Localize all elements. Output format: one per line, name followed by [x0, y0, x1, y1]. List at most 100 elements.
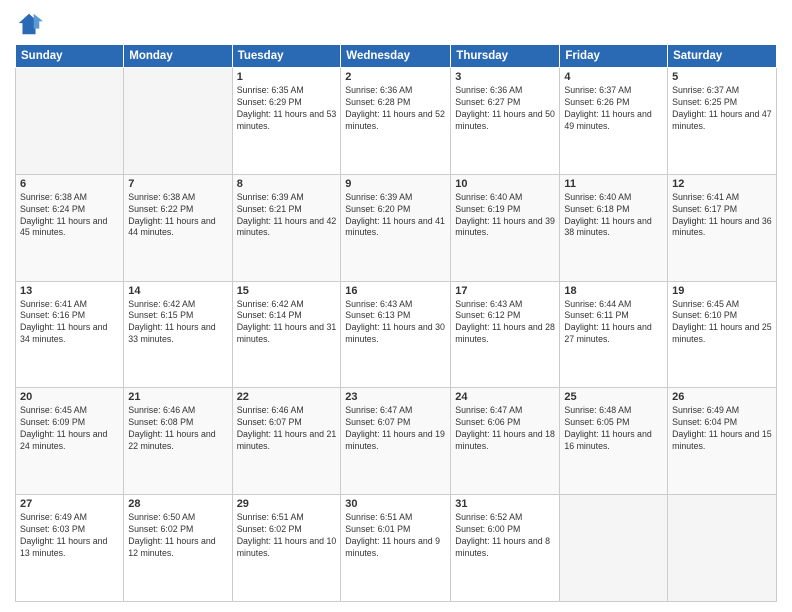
week-row-0: 1 Sunrise: 6:35 AM Sunset: 6:29 PM Daylig… [16, 68, 777, 175]
header [15, 10, 777, 38]
calendar-cell: 27Sunrise: 6:49 AM Sunset: 6:03 PM Dayli… [16, 495, 124, 602]
day-info: Sunrise: 6:41 AM Sunset: 6:17 PM Dayligh… [672, 192, 772, 240]
calendar-cell: 5 Sunrise: 6:37 AM Sunset: 6:25 PM Daylig… [668, 68, 777, 175]
day-info: Sunrise: 6:39 AM Sunset: 6:21 PM Dayligh… [237, 192, 337, 240]
day-info: Sunrise: 6:46 AM Sunset: 6:08 PM Dayligh… [128, 405, 227, 453]
col-wednesday: Wednesday [341, 45, 451, 68]
calendar-cell: 15Sunrise: 6:42 AM Sunset: 6:14 PM Dayli… [232, 281, 341, 388]
page: Sunday Monday Tuesday Wednesday Thursday… [0, 0, 792, 612]
day-number: 28 [128, 498, 227, 510]
day-info: Sunrise: 6:44 AM Sunset: 6:11 PM Dayligh… [564, 299, 663, 347]
calendar-cell: 29 Sunrise: 6:51 AM Sunset: 6:02 PM Dayli… [232, 495, 341, 602]
day-number: 25 [564, 391, 663, 403]
day-info: Sunrise: 6:42 AM Sunset: 6:14 PM Dayligh… [237, 299, 337, 347]
day-number: 30 [345, 498, 446, 510]
day-number: 1 [237, 71, 337, 83]
week-row-2: 13Sunrise: 6:41 AM Sunset: 6:16 PM Dayli… [16, 281, 777, 388]
calendar-cell: 31 Sunrise: 6:52 AM Sunset: 6:00 PM Dayli… [451, 495, 560, 602]
calendar-cell: 19 Sunrise: 6:45 AM Sunset: 6:10 PM Dayli… [668, 281, 777, 388]
day-info: Sunrise: 6:36 AM Sunset: 6:27 PM Dayligh… [455, 85, 555, 133]
day-info: Sunrise: 6:43 AM Sunset: 6:13 PM Dayligh… [345, 299, 446, 347]
calendar-cell: 18 Sunrise: 6:44 AM Sunset: 6:11 PM Dayli… [560, 281, 668, 388]
day-number: 17 [455, 285, 555, 297]
calendar-cell: 21 Sunrise: 6:46 AM Sunset: 6:08 PM Dayli… [124, 388, 232, 495]
day-info: Sunrise: 6:45 AM Sunset: 6:10 PM Dayligh… [672, 299, 772, 347]
day-number: 5 [672, 71, 772, 83]
calendar-cell [560, 495, 668, 602]
day-number: 31 [455, 498, 555, 510]
day-number: 13 [20, 285, 119, 297]
day-number: 11 [564, 178, 663, 190]
calendar-cell: 28 Sunrise: 6:50 AM Sunset: 6:02 PM Dayli… [124, 495, 232, 602]
day-number: 14 [128, 285, 227, 297]
calendar-cell [16, 68, 124, 175]
day-info: Sunrise: 6:51 AM Sunset: 6:02 PM Dayligh… [237, 512, 337, 560]
day-info: Sunrise: 6:49 AM Sunset: 6:03 PM Dayligh… [20, 512, 119, 560]
day-number: 22 [237, 391, 337, 403]
day-info: Sunrise: 6:36 AM Sunset: 6:28 PM Dayligh… [345, 85, 446, 133]
calendar-cell: 23 Sunrise: 6:47 AM Sunset: 6:07 PM Dayli… [341, 388, 451, 495]
col-friday: Friday [560, 45, 668, 68]
day-number: 26 [672, 391, 772, 403]
day-info: Sunrise: 6:38 AM Sunset: 6:22 PM Dayligh… [128, 192, 227, 240]
calendar-cell: 13Sunrise: 6:41 AM Sunset: 6:16 PM Dayli… [16, 281, 124, 388]
day-number: 16 [345, 285, 446, 297]
day-number: 29 [237, 498, 337, 510]
calendar-cell [668, 495, 777, 602]
calendar-cell: 24Sunrise: 6:47 AM Sunset: 6:06 PM Dayli… [451, 388, 560, 495]
col-thursday: Thursday [451, 45, 560, 68]
day-info: Sunrise: 6:48 AM Sunset: 6:05 PM Dayligh… [564, 405, 663, 453]
calendar-cell: 6 Sunrise: 6:38 AM Sunset: 6:24 PM Daylig… [16, 174, 124, 281]
day-number: 9 [345, 178, 446, 190]
header-row: Sunday Monday Tuesday Wednesday Thursday… [16, 45, 777, 68]
day-number: 21 [128, 391, 227, 403]
calendar-cell: 7 Sunrise: 6:38 AM Sunset: 6:22 PM Daylig… [124, 174, 232, 281]
day-number: 6 [20, 178, 119, 190]
logo [15, 10, 47, 38]
day-info: Sunrise: 6:52 AM Sunset: 6:00 PM Dayligh… [455, 512, 555, 560]
day-info: Sunrise: 6:35 AM Sunset: 6:29 PM Dayligh… [237, 85, 337, 133]
day-number: 7 [128, 178, 227, 190]
day-info: Sunrise: 6:45 AM Sunset: 6:09 PM Dayligh… [20, 405, 119, 453]
day-number: 20 [20, 391, 119, 403]
calendar-cell: 14 Sunrise: 6:42 AM Sunset: 6:15 PM Dayli… [124, 281, 232, 388]
col-monday: Monday [124, 45, 232, 68]
day-info: Sunrise: 6:42 AM Sunset: 6:15 PM Dayligh… [128, 299, 227, 347]
week-row-3: 20 Sunrise: 6:45 AM Sunset: 6:09 PM Dayli… [16, 388, 777, 495]
col-sunday: Sunday [16, 45, 124, 68]
day-info: Sunrise: 6:37 AM Sunset: 6:25 PM Dayligh… [672, 85, 772, 133]
day-number: 8 [237, 178, 337, 190]
calendar-cell: 17 Sunrise: 6:43 AM Sunset: 6:12 PM Dayli… [451, 281, 560, 388]
day-info: Sunrise: 6:51 AM Sunset: 6:01 PM Dayligh… [345, 512, 446, 560]
day-info: Sunrise: 6:43 AM Sunset: 6:12 PM Dayligh… [455, 299, 555, 347]
day-number: 19 [672, 285, 772, 297]
day-number: 23 [345, 391, 446, 403]
day-info: Sunrise: 6:49 AM Sunset: 6:04 PM Dayligh… [672, 405, 772, 453]
calendar-cell: 9Sunrise: 6:39 AM Sunset: 6:20 PM Daylig… [341, 174, 451, 281]
calendar-cell: 30 Sunrise: 6:51 AM Sunset: 6:01 PM Dayli… [341, 495, 451, 602]
calendar-cell: 8 Sunrise: 6:39 AM Sunset: 6:21 PM Daylig… [232, 174, 341, 281]
col-tuesday: Tuesday [232, 45, 341, 68]
calendar-cell: 22 Sunrise: 6:46 AM Sunset: 6:07 PM Dayli… [232, 388, 341, 495]
calendar-cell: 12Sunrise: 6:41 AM Sunset: 6:17 PM Dayli… [668, 174, 777, 281]
day-number: 3 [455, 71, 555, 83]
day-number: 4 [564, 71, 663, 83]
day-number: 24 [455, 391, 555, 403]
day-number: 18 [564, 285, 663, 297]
day-info: Sunrise: 6:47 AM Sunset: 6:07 PM Dayligh… [345, 405, 446, 453]
week-row-4: 27Sunrise: 6:49 AM Sunset: 6:03 PM Dayli… [16, 495, 777, 602]
calendar-cell: 1 Sunrise: 6:35 AM Sunset: 6:29 PM Daylig… [232, 68, 341, 175]
calendar-cell: 26 Sunrise: 6:49 AM Sunset: 6:04 PM Dayli… [668, 388, 777, 495]
day-info: Sunrise: 6:38 AM Sunset: 6:24 PM Dayligh… [20, 192, 119, 240]
day-info: Sunrise: 6:50 AM Sunset: 6:02 PM Dayligh… [128, 512, 227, 560]
calendar-cell: 3 Sunrise: 6:36 AM Sunset: 6:27 PM Daylig… [451, 68, 560, 175]
calendar-cell: 10Sunrise: 6:40 AM Sunset: 6:19 PM Dayli… [451, 174, 560, 281]
day-number: 2 [345, 71, 446, 83]
col-saturday: Saturday [668, 45, 777, 68]
calendar-cell: 4Sunrise: 6:37 AM Sunset: 6:26 PM Daylig… [560, 68, 668, 175]
calendar-cell: 2 Sunrise: 6:36 AM Sunset: 6:28 PM Daylig… [341, 68, 451, 175]
logo-icon [15, 10, 43, 38]
day-number: 10 [455, 178, 555, 190]
day-info: Sunrise: 6:46 AM Sunset: 6:07 PM Dayligh… [237, 405, 337, 453]
calendar-cell: 11Sunrise: 6:40 AM Sunset: 6:18 PM Dayli… [560, 174, 668, 281]
